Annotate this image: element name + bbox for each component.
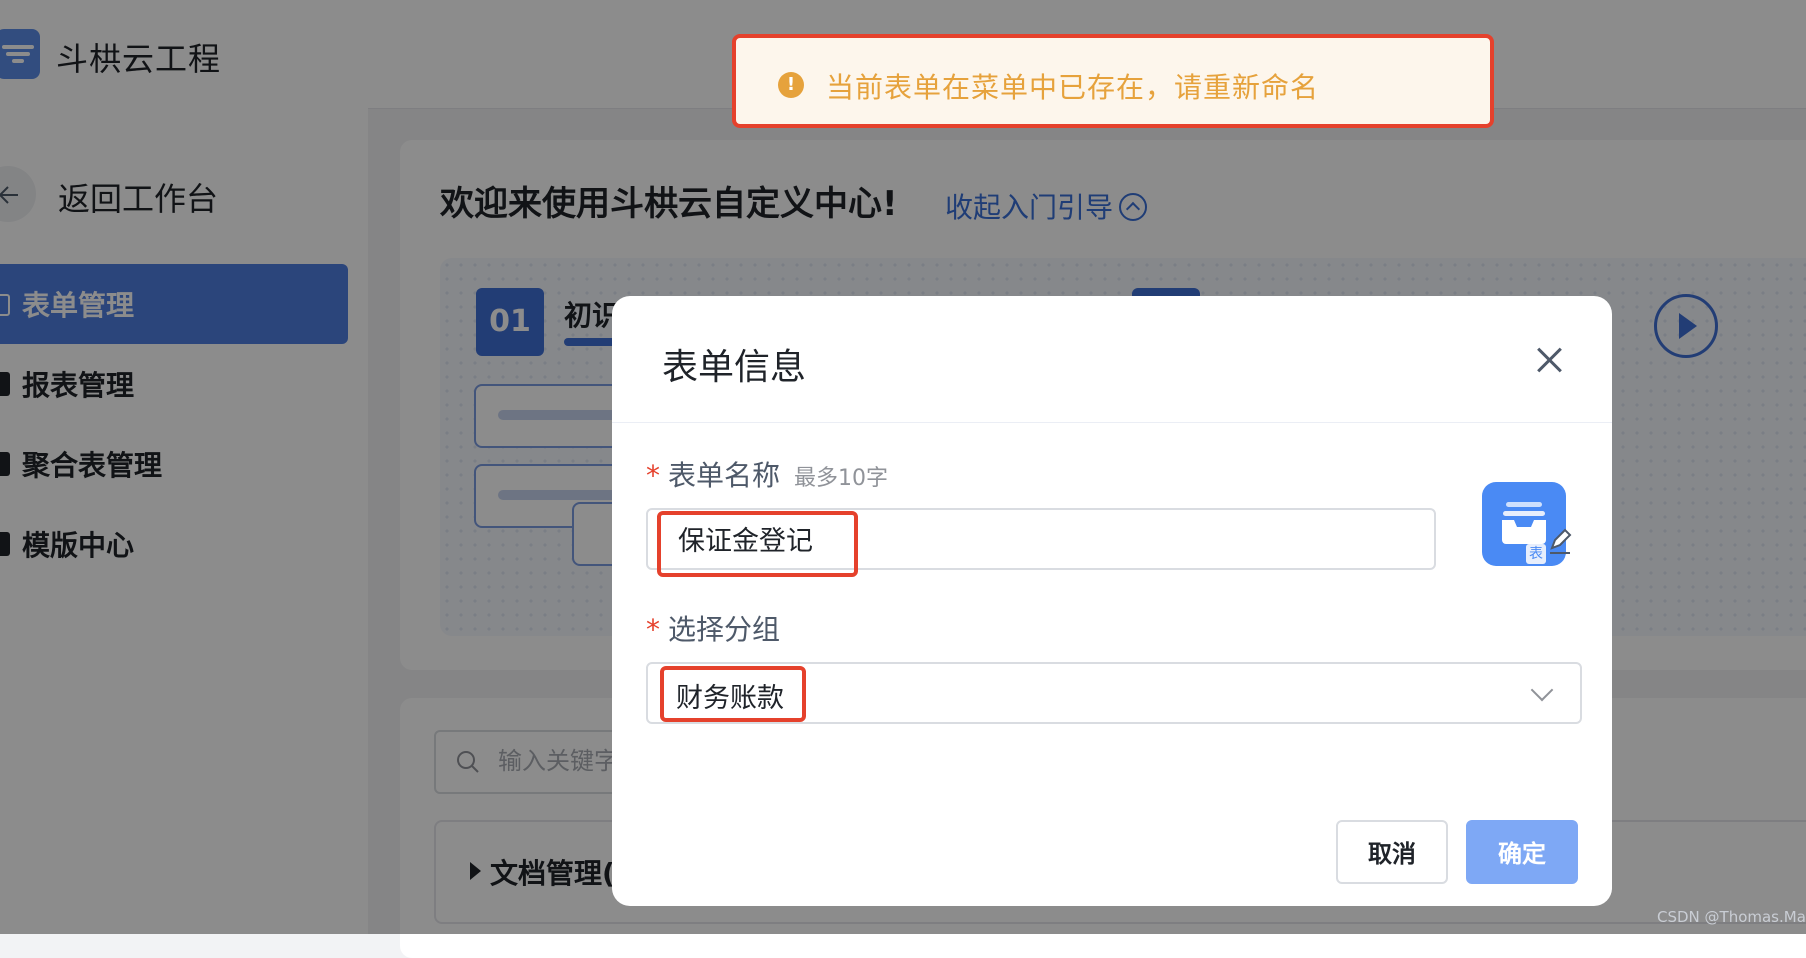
chevron-down-icon [1530,678,1554,702]
form-name-field[interactable] [646,508,1436,570]
warning-toast: ! 当前表单在菜单中已存在，请重新命名 [732,34,1494,128]
watermark: CSDN @Thomas.Ma [1657,908,1806,926]
form-name-label: * 表单名称 最多10字 [646,454,888,494]
required-asterisk: * [646,459,660,492]
icon-tag: 表 [1526,544,1546,564]
form-name-hint: 最多10字 [794,466,889,491]
group-select-value: 财务账款 [676,683,784,714]
dialog-header: 表单信息 [612,296,1612,423]
confirm-button[interactable]: 确定 [1466,820,1578,884]
dialog-title: 表单信息 [662,347,807,388]
group-label: * 选择分组 [646,608,780,648]
cancel-button[interactable]: 取消 [1336,820,1448,884]
warning-icon: ! [778,72,804,98]
group-select[interactable]: 财务账款 [646,662,1582,724]
toast-message: 当前表单在菜单中已存在，请重新命名 [826,71,1320,104]
form-name-label-text: 表单名称 [668,459,781,492]
form-info-dialog: 表单信息 *表单名称最多10字 表 *选择分组 财务账款 取消 确定 [612,296,1612,906]
group-label-text: 选择分组 [668,613,781,646]
required-asterisk: * [646,613,660,646]
close-icon[interactable] [1532,342,1568,378]
form-name-input[interactable] [676,522,1400,555]
edit-pencil-icon[interactable] [1546,526,1576,556]
inbox-icon [1502,502,1546,544]
